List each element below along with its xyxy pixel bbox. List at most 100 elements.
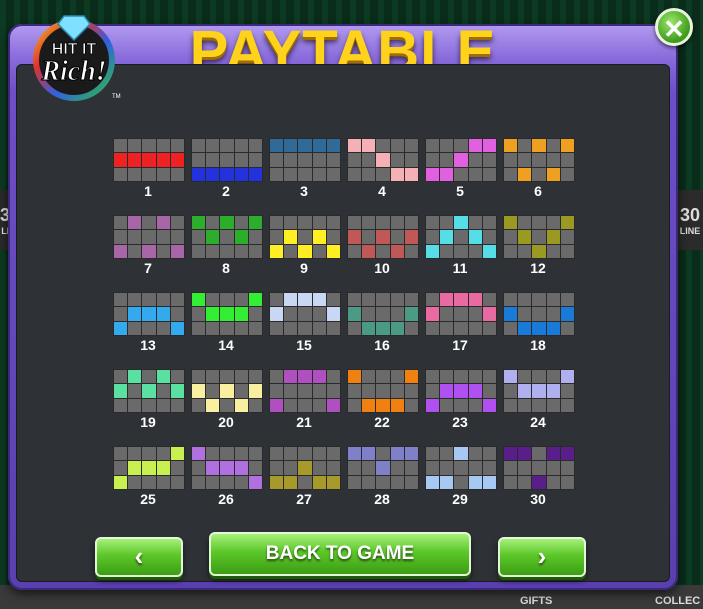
payline-cell [142, 153, 156, 167]
payline-pattern [503, 446, 575, 490]
payline-cell [298, 447, 312, 461]
payline-cell [376, 244, 390, 258]
payline-cell [298, 293, 312, 307]
payline-cell [114, 139, 128, 153]
payline-pattern [503, 138, 575, 182]
payline-cell [284, 216, 298, 230]
payline-cell [270, 216, 284, 230]
payline-cell [284, 167, 298, 181]
payline-cell [220, 307, 234, 321]
payline-cell [454, 321, 468, 335]
payline-cell [270, 139, 284, 153]
payline-14: 14 [191, 292, 263, 354]
payline-cell [248, 384, 262, 398]
payline-cell [560, 167, 574, 181]
payline-cell [248, 167, 262, 181]
payline-cell [284, 244, 298, 258]
payline-cell [326, 321, 340, 335]
payline-cell [270, 293, 284, 307]
payline-cell [128, 370, 142, 384]
payline-cell [518, 307, 532, 321]
payline-cell [156, 216, 170, 230]
payline-cell [468, 447, 482, 461]
payline-cell [426, 230, 440, 244]
payline-pattern [269, 215, 341, 259]
payline-cell [220, 398, 234, 412]
payline-cell [376, 447, 390, 461]
payline-cell [518, 153, 532, 167]
payline-cell [546, 384, 560, 398]
payline-cell [532, 447, 546, 461]
close-icon: ✕ [663, 14, 685, 44]
payline-30: 30 [503, 446, 575, 508]
payline-cell [426, 475, 440, 489]
payline-pattern [191, 215, 263, 259]
payline-cell [206, 370, 220, 384]
payline-cell [326, 153, 340, 167]
payline-cell [156, 307, 170, 321]
previous-page-button[interactable]: ‹ [95, 537, 183, 577]
payline-cell [518, 293, 532, 307]
payline-pattern [503, 215, 575, 259]
payline-cell [482, 139, 496, 153]
payline-pattern [269, 138, 341, 182]
payline-cell [326, 370, 340, 384]
back-to-game-button[interactable]: BACK TO GAME [209, 532, 471, 576]
payline-cell [220, 153, 234, 167]
payline-cell [206, 293, 220, 307]
payline-cell [518, 398, 532, 412]
next-page-button[interactable]: › [498, 537, 586, 577]
payline-cell [298, 307, 312, 321]
payline-cell [560, 370, 574, 384]
payline-cell [270, 307, 284, 321]
payline-cell [440, 475, 454, 489]
payline-cell [284, 461, 298, 475]
payline-cell [518, 384, 532, 398]
payline-cell [404, 447, 418, 461]
payline-cell [128, 461, 142, 475]
payline-cell [234, 293, 248, 307]
payline-cell [156, 244, 170, 258]
payline-cell [248, 447, 262, 461]
payline-cell [468, 461, 482, 475]
payline-cell [560, 321, 574, 335]
payline-cell [362, 139, 376, 153]
payline-cell [114, 216, 128, 230]
payline-cell [192, 398, 206, 412]
payline-cell [390, 398, 404, 412]
payline-cell [440, 461, 454, 475]
payline-cell [220, 293, 234, 307]
payline-cell [234, 398, 248, 412]
payline-cell [518, 370, 532, 384]
payline-cell [404, 153, 418, 167]
payline-cell [114, 167, 128, 181]
payline-cell [362, 244, 376, 258]
payline-cell [348, 461, 362, 475]
payline-cell [362, 321, 376, 335]
payline-cell [220, 139, 234, 153]
payline-cell [298, 153, 312, 167]
payline-cell [362, 447, 376, 461]
payline-cell [504, 370, 518, 384]
payline-cell [170, 153, 184, 167]
close-button[interactable]: ✕ [655, 8, 693, 46]
payline-cell [128, 447, 142, 461]
payline-cell [312, 153, 326, 167]
payline-cell [248, 398, 262, 412]
payline-cell [532, 216, 546, 230]
payline-number: 8 [222, 260, 230, 276]
payline-cell [170, 447, 184, 461]
payline-cell [532, 167, 546, 181]
payline-cell [426, 216, 440, 230]
payline-pattern [347, 446, 419, 490]
payline-21: 21 [269, 369, 341, 431]
payline-cell [454, 293, 468, 307]
payline-cell [142, 216, 156, 230]
payline-cell [142, 384, 156, 398]
payline-cell [376, 216, 390, 230]
payline-cell [270, 153, 284, 167]
payline-cell [404, 293, 418, 307]
payline-cell [376, 167, 390, 181]
payline-cell [326, 139, 340, 153]
payline-2: 2 [191, 138, 263, 200]
